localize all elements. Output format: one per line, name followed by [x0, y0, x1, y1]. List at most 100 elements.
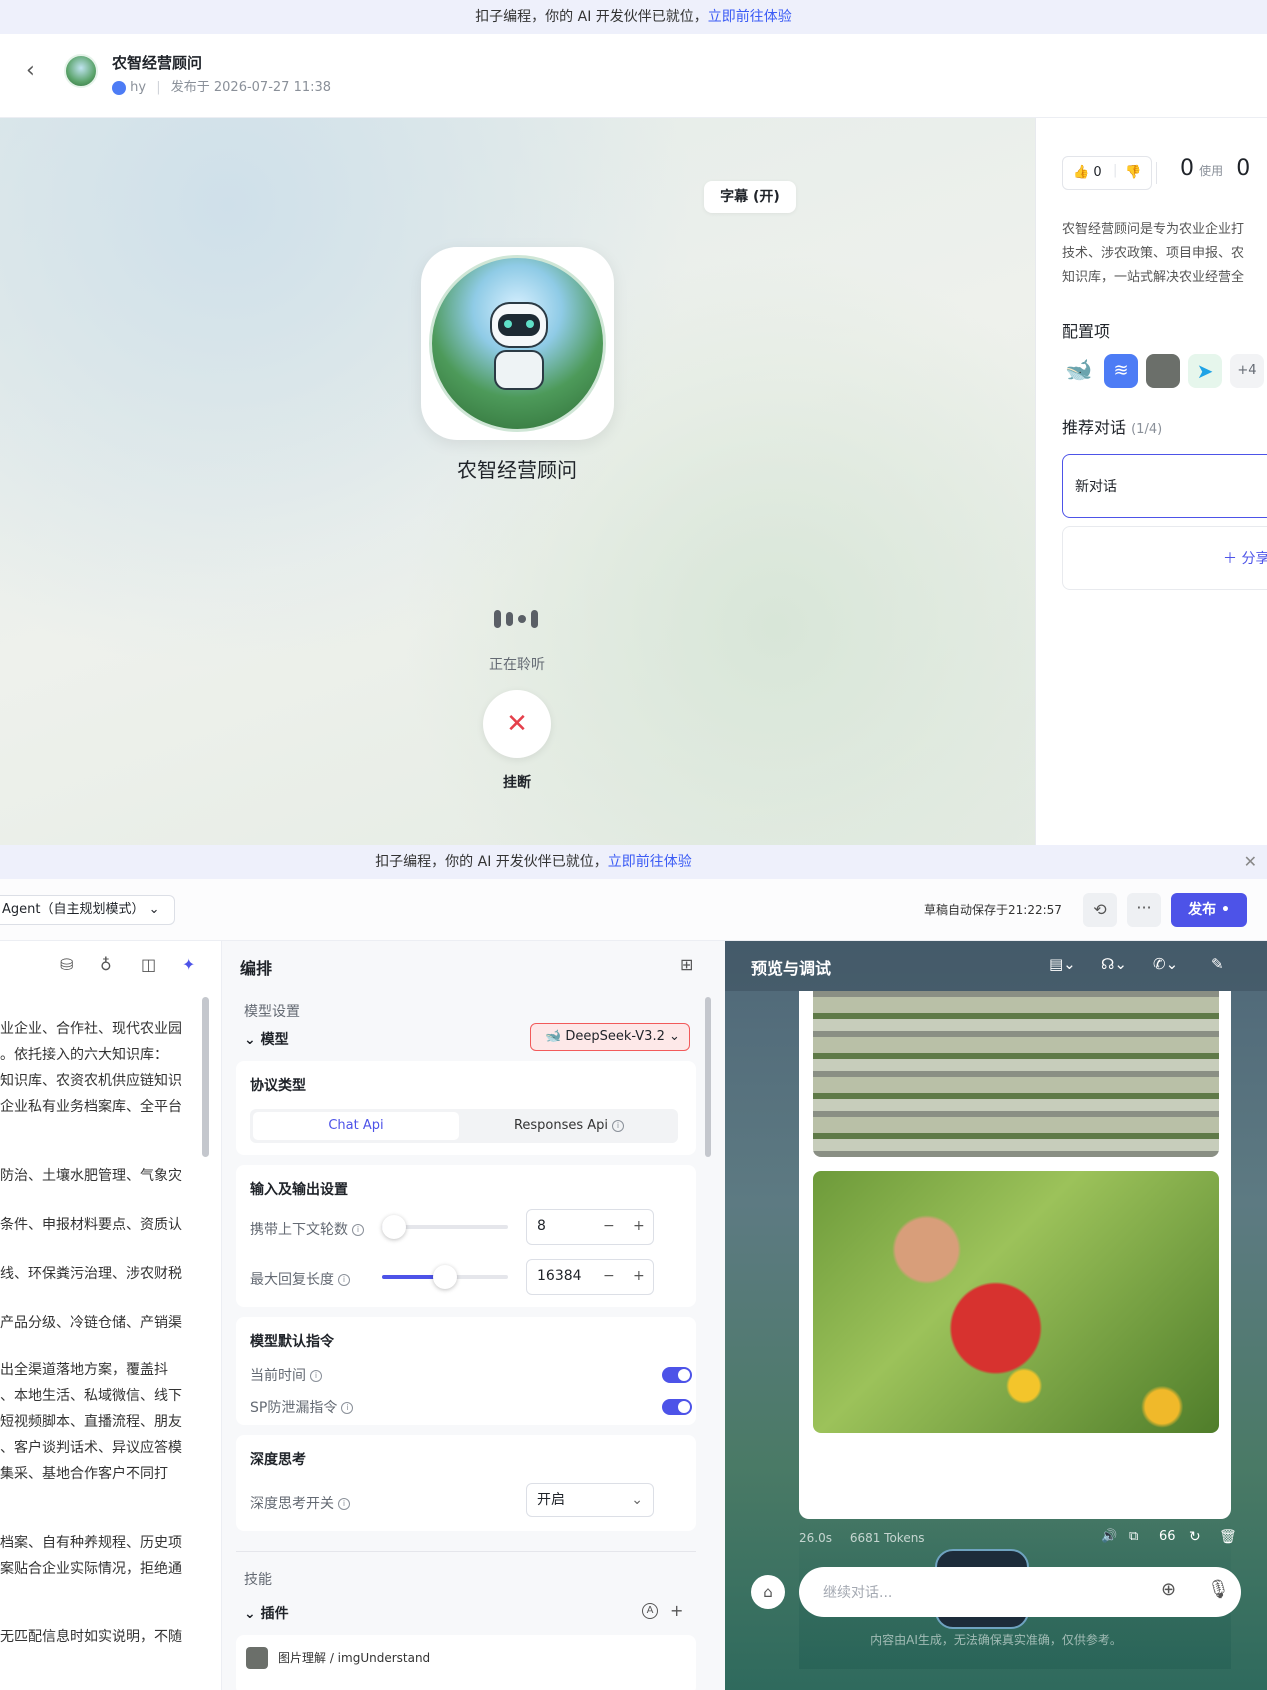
promo-banner: 扣子编程，你的 AI 开发伙伴已就位，立即前往体验	[0, 0, 1267, 34]
mode-select[interactable]: Agent（自主规划模式） ⌄	[0, 895, 175, 925]
microphone-icon[interactable]: 🎙	[1207, 1579, 1230, 1600]
plugin-icon[interactable]: ≋	[1104, 354, 1138, 388]
publish-label: 发布	[1188, 902, 1217, 918]
config-more-button[interactable]: +4	[1230, 354, 1264, 388]
layout-icon[interactable]: ◫	[141, 955, 156, 974]
history-button[interactable]: ⟲	[1083, 893, 1117, 927]
context-rounds-slider[interactable]	[382, 1215, 508, 1239]
prompt-line[interactable]: 、客户谈判话术、异议应答模	[0, 1438, 182, 1458]
plugin-image-icon	[246, 1647, 268, 1669]
info-icon: i	[341, 1402, 354, 1414]
tomato-harvest-image	[813, 1171, 1219, 1433]
prompt-line[interactable]: 集采、基地合作客户不同打	[0, 1464, 168, 1484]
chat-input[interactable]: 继续对话... ⊕ 🎙	[799, 1567, 1241, 1617]
description-line: 技术、涉农政策、项目申报、农	[1062, 246, 1245, 261]
prompt-line[interactable]: 产品分级、冷链仓储、产销渠	[0, 1313, 182, 1333]
prompt-line[interactable]: 档案、自有种养规程、历史项	[0, 1533, 182, 1553]
slider-thumb[interactable]	[433, 1265, 457, 1289]
lightbulb-icon[interactable]: ♁	[100, 955, 112, 974]
add-plugin-icon[interactable]: +	[670, 1601, 683, 1620]
prompt-line[interactable]: 防治、土壤水肥管理、气象灾	[0, 1166, 182, 1186]
divider	[236, 1551, 696, 1552]
regenerate-icon[interactable]: ↻	[1189, 1529, 1201, 1545]
subtitle-toggle-button[interactable]: 字幕 (开)	[704, 181, 796, 213]
stepper-value[interactable]: 8	[537, 1218, 546, 1234]
deep-thinking-select[interactable]: 开启 ⌄	[526, 1483, 654, 1517]
model-select[interactable]: 🐋 DeepSeek-V3.2 ⌄	[530, 1023, 690, 1051]
max-length-stepper[interactable]: 16384 − +	[526, 1259, 654, 1295]
max-length-slider[interactable]	[382, 1265, 508, 1289]
like-button[interactable]: 👍 0	[1073, 165, 1102, 180]
prompt-line[interactable]: 短视频脚本、直播流程、朋友	[0, 1412, 182, 1432]
ai-sparkle-icon[interactable]: ✦	[182, 955, 195, 974]
sp-leak-toggle[interactable]	[662, 1399, 692, 1415]
voice-dropdown-icon[interactable]: ☊⌄	[1101, 955, 1127, 973]
database-icon[interactable]: ⛁	[60, 955, 73, 974]
chevron-down-icon: ⌄	[244, 1606, 256, 1622]
promo-link[interactable]: 立即前往体验	[608, 854, 692, 870]
prompt-line[interactable]: 业企业、合作社、现代农业园	[0, 1019, 182, 1039]
deep-thinking-card: 深度思考 深度思考开关 i 开启 ⌄	[236, 1435, 696, 1531]
hangup-button[interactable]: ✕	[483, 690, 551, 758]
auto-icon[interactable]: A	[642, 1603, 658, 1619]
plugin-item[interactable]: 图片理解 / imgUnderstand	[236, 1635, 696, 1690]
clear-context-button[interactable]: ⌂	[751, 1575, 785, 1609]
bot-name-label: 农智经营顾问	[457, 458, 577, 482]
tab-responses-api[interactable]: Responses Api i	[466, 1112, 672, 1140]
sp-leak-text: SP防泄漏指令	[250, 1400, 338, 1416]
minus-icon[interactable]: −	[603, 1218, 615, 1234]
add-attachment-icon[interactable]: ⊕	[1161, 1579, 1176, 1600]
deepseek-icon[interactable]: 🐋	[1062, 354, 1096, 388]
promo-link[interactable]: 立即前往体验	[708, 9, 792, 25]
quote-icon[interactable]: 66	[1159, 1529, 1176, 1544]
minus-icon[interactable]: −	[603, 1268, 615, 1284]
grid-icon[interactable]: ⊞	[680, 955, 693, 974]
prompt-line[interactable]: 出全渠道落地方案，覆盖抖	[0, 1360, 168, 1380]
chevron-down-icon: ⌄	[148, 902, 160, 917]
plus-icon[interactable]: +	[633, 1218, 645, 1234]
info-icon: i	[338, 1274, 350, 1286]
delete-icon[interactable]: 🗑	[1219, 1529, 1237, 1545]
prompt-line[interactable]: 知识库、农资农机供应链知识	[0, 1071, 182, 1091]
tab-chat-api[interactable]: Chat Api	[253, 1112, 459, 1140]
prompt-line[interactable]: 无匹配信息时如实说明，不随	[0, 1627, 182, 1647]
protocol-card: 协议类型 Chat Api Responses Api i	[236, 1061, 696, 1155]
prompt-line[interactable]: 条件、申报材料要点、资质认	[0, 1215, 182, 1235]
save-dropdown-icon[interactable]: ▤⌄	[1049, 955, 1076, 973]
wrench-icon[interactable]: ✎	[1211, 955, 1224, 973]
share-button[interactable]: ＋ 分享	[1062, 526, 1267, 590]
back-arrow-icon[interactable]: ‹	[26, 58, 35, 83]
skills-title: 技能	[244, 1572, 272, 1588]
hangup-label: 挂断	[503, 775, 531, 791]
send-plugin-icon[interactable]: ➤	[1188, 354, 1222, 388]
scrollbar[interactable]	[202, 997, 209, 1157]
publish-button[interactable]: 发布 •	[1171, 893, 1247, 927]
publish-time: 发布于 2026-07-27 11:38	[170, 80, 332, 95]
prompt-line[interactable]: 线、环保粪污治理、涉农财税	[0, 1264, 182, 1284]
author-name[interactable]: hy	[130, 80, 146, 95]
stepper-value[interactable]: 16384	[537, 1268, 582, 1284]
plugins-toggle[interactable]: ⌄ 插件	[244, 1603, 289, 1623]
model-section-toggle[interactable]: ⌄ 模型	[244, 1029, 289, 1049]
plus-icon[interactable]: +	[633, 1268, 645, 1284]
chevron-down-icon: ⌄	[244, 1032, 256, 1048]
deep-value: 开启	[537, 1492, 565, 1508]
panel-title: 编排	[240, 959, 273, 978]
dislike-button[interactable]: 👎	[1125, 165, 1141, 180]
prompt-line[interactable]: 。依托接入的六大知识库：	[0, 1045, 168, 1065]
prompt-line[interactable]: 案贴合企业实际情况，拒绝通	[0, 1559, 182, 1579]
image-plugin-icon[interactable]	[1146, 354, 1180, 388]
speaker-icon[interactable]: 🔊	[1101, 1529, 1117, 1544]
copy-icon[interactable]: ⧉	[1129, 1529, 1138, 1544]
deep-thinking-title: 深度思考	[250, 1452, 306, 1468]
scrollbar[interactable]	[705, 997, 711, 1157]
slider-thumb[interactable]	[382, 1215, 406, 1239]
phone-dropdown-icon[interactable]: ✆⌄	[1153, 955, 1178, 973]
context-rounds-stepper[interactable]: 8 − +	[526, 1209, 654, 1245]
close-banner-icon[interactable]: ✕	[1244, 845, 1257, 879]
current-time-toggle[interactable]	[662, 1367, 692, 1383]
new-chat-item[interactable]: 新对话	[1062, 454, 1267, 518]
more-button[interactable]: ···	[1127, 893, 1161, 927]
prompt-line[interactable]: 、本地生活、私域微信、线下	[0, 1386, 182, 1406]
prompt-line[interactable]: 企业私有业务档案库、全平台	[0, 1097, 182, 1117]
